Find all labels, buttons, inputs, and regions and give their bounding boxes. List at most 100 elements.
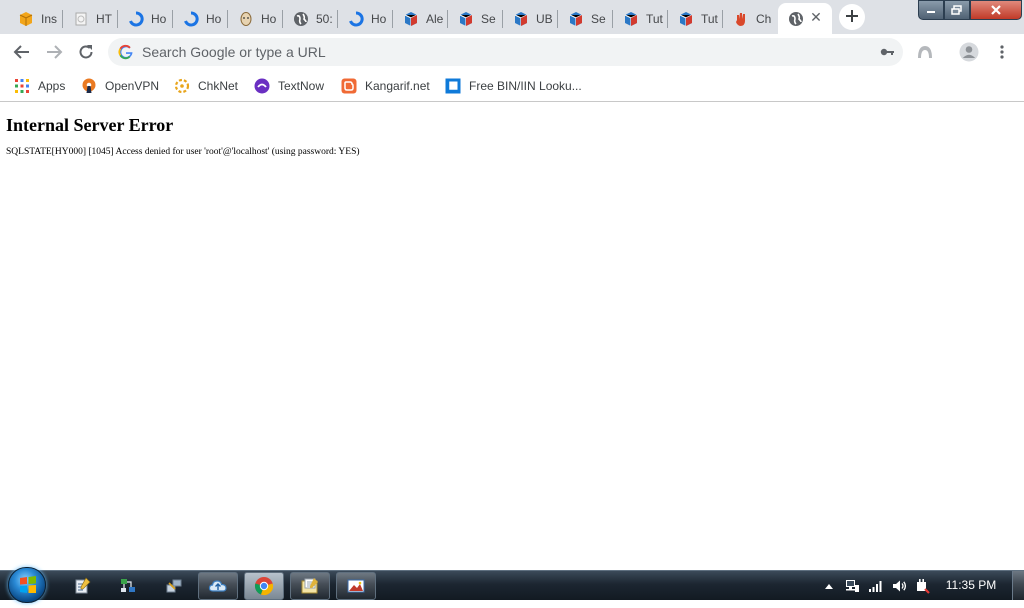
extension-button[interactable]	[913, 40, 937, 64]
tab-title: Ho	[261, 11, 277, 26]
kebab-menu-icon	[1000, 45, 1004, 59]
tab-11[interactable]: Se	[558, 3, 613, 34]
taskbar-chrome[interactable]	[244, 572, 284, 600]
package-icon	[18, 11, 34, 27]
tray-signal[interactable]	[868, 578, 884, 594]
cube-icon	[678, 11, 694, 27]
cube-icon	[403, 11, 419, 27]
cube-icon	[568, 11, 584, 27]
tray-network-wired[interactable]	[844, 578, 860, 594]
reload-icon	[79, 45, 93, 59]
tab-4[interactable]: Ho	[173, 3, 228, 34]
tab-10[interactable]: UB	[503, 3, 558, 34]
window-controls	[918, 0, 1022, 20]
tab-title: Ho	[151, 11, 167, 26]
minimize-button[interactable]	[918, 0, 944, 20]
tab-12[interactable]: Tut	[613, 3, 668, 34]
bookmark-apps[interactable]: Apps	[14, 77, 65, 95]
bookmark-kangarif[interactable]: Kangarif.net	[341, 77, 430, 95]
network-tool-icon	[166, 579, 182, 593]
tab-13[interactable]: Tut	[668, 3, 723, 34]
close-tab-icon[interactable]: ✕	[808, 10, 824, 26]
tab-7[interactable]: Ho	[338, 3, 393, 34]
bookmark-textnow[interactable]: TextNow	[254, 77, 324, 95]
bookmark-label: OpenVPN	[105, 79, 160, 93]
chrome-icon	[254, 577, 274, 596]
taskbar-image-viewer[interactable]	[336, 572, 376, 600]
taskbar-network-tool[interactable]	[162, 572, 186, 600]
taskbar-network-map[interactable]	[116, 572, 140, 600]
tab-6[interactable]: 50:	[283, 3, 338, 34]
face-icon	[238, 11, 254, 27]
bookmark-label: TextNow	[278, 79, 325, 93]
tab-title: Ch	[756, 11, 772, 26]
signal-bars-icon	[869, 581, 882, 592]
apps-grid-icon	[14, 78, 30, 94]
taskbar-folder-note[interactable]	[290, 572, 330, 600]
show-desktop-button[interactable]	[1012, 571, 1024, 600]
tray-power[interactable]	[914, 578, 930, 594]
address-bar[interactable]: Search Google or type a URL	[108, 38, 903, 66]
image-viewer-icon	[347, 579, 365, 593]
tab-title: Tut	[646, 11, 663, 26]
speaker-icon	[893, 580, 907, 592]
taskbar-cloud-app[interactable]	[198, 572, 238, 600]
minimize-icon	[927, 11, 935, 13]
reload-button[interactable]	[74, 40, 98, 64]
tab-9[interactable]: Se	[448, 3, 503, 34]
blue-swirl-icon	[183, 10, 199, 27]
arch-extension-icon	[918, 46, 932, 58]
bin-lookup-icon	[445, 78, 461, 94]
forward-button[interactable]	[42, 40, 66, 64]
avatar-icon	[959, 42, 979, 62]
tab-8[interactable]: Ale	[393, 3, 448, 34]
page-content: Internal Server Error SQLSTATE[HY000] [1…	[0, 103, 1024, 570]
cube-icon	[513, 11, 529, 27]
tab-active[interactable]: ✕	[778, 3, 832, 34]
bookmark-openvpn[interactable]: OpenVPN	[81, 77, 159, 95]
windows-taskbar: 11:35 PM	[0, 567, 1024, 603]
menu-button[interactable]	[990, 40, 1014, 64]
blue-swirl-icon	[348, 10, 364, 27]
forward-arrow-icon	[47, 45, 63, 59]
start-button[interactable]	[8, 567, 46, 603]
network-wired-icon	[846, 580, 859, 592]
tab-title: Ale	[426, 11, 444, 26]
tab-title: Ho	[371, 11, 387, 26]
bookmark-bin-lookup[interactable]: Free BIN/IIN Looku...	[445, 77, 582, 95]
tab-14[interactable]: Ch	[723, 3, 778, 34]
address-placeholder: Search Google or type a URL	[142, 44, 326, 60]
chevron-up-icon	[825, 584, 833, 589]
bookmark-chknet[interactable]: ChkNet	[174, 77, 238, 95]
error-message: SQLSTATE[HY000] [1045] Access denied for…	[6, 147, 360, 157]
folder-note-icon	[301, 578, 318, 594]
tab-title: HT	[96, 11, 112, 26]
taskbar-clock[interactable]: 11:35 PM	[940, 578, 1002, 592]
network-map-icon	[121, 579, 135, 592]
tab-title: Ins	[41, 11, 58, 26]
back-button[interactable]	[10, 40, 34, 64]
close-window-button[interactable]	[970, 0, 1022, 20]
bookmark-label: Kangarif.net	[365, 79, 430, 93]
tab-strip: Ins HT Ho Ho Ho 50: Ho Ale Se UB Se Tut …	[0, 0, 1024, 34]
tab-3[interactable]: Ho	[118, 3, 173, 34]
tab-5[interactable]: Ho	[228, 3, 283, 34]
profile-button[interactable]	[957, 40, 981, 64]
power-plug-icon	[917, 579, 930, 594]
tab-title: Se	[591, 11, 606, 26]
tab-title: 50:	[316, 11, 333, 26]
show-hidden-icons[interactable]	[821, 578, 837, 594]
globe-icon	[788, 11, 804, 27]
tab-title: Se	[481, 11, 496, 26]
tray-volume[interactable]	[891, 578, 907, 594]
globe-icon	[293, 11, 309, 27]
hand-icon	[733, 11, 749, 27]
new-tab-button[interactable]	[839, 4, 865, 30]
back-arrow-icon	[13, 45, 29, 59]
taskbar-notepad[interactable]	[70, 572, 94, 600]
restore-button[interactable]	[944, 0, 970, 20]
tab-2[interactable]: HT	[63, 3, 118, 34]
cube-icon	[458, 11, 474, 27]
tab-1[interactable]: Ins	[8, 3, 63, 34]
key-icon[interactable]	[879, 44, 895, 60]
